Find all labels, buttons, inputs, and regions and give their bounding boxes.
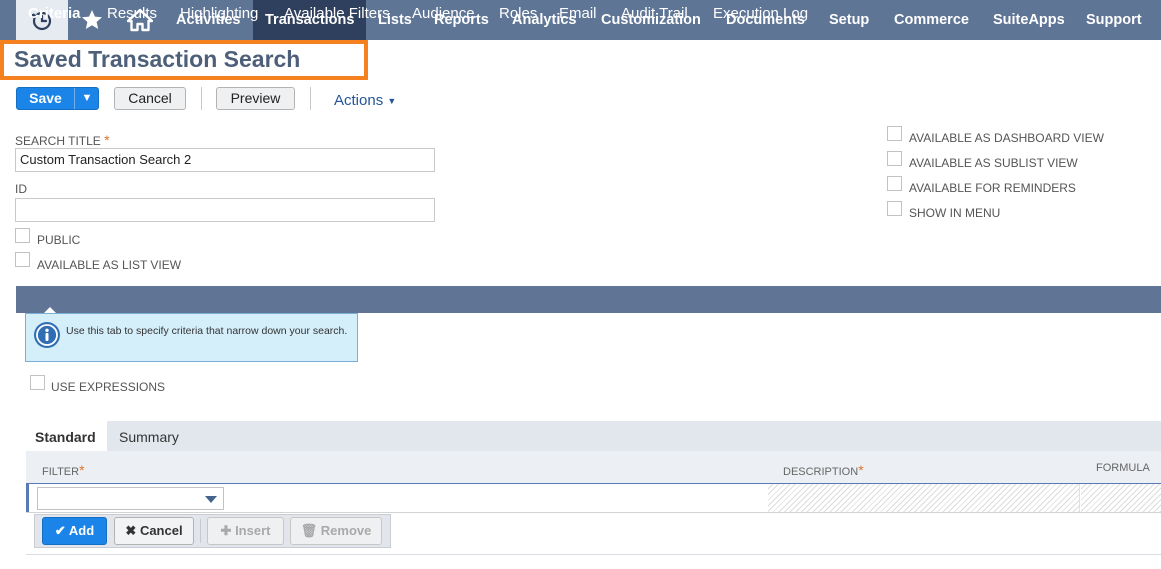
tab-criteria[interactable]: Criteria bbox=[28, 0, 81, 27]
required-asterisk: * bbox=[858, 462, 864, 478]
insert-row-label: Insert bbox=[235, 523, 271, 538]
checkmark-icon: ✔ bbox=[54, 523, 66, 538]
nav-setup[interactable]: Setup bbox=[817, 0, 881, 40]
public-checkbox[interactable] bbox=[15, 228, 30, 243]
info-glyph bbox=[36, 324, 58, 346]
remove-row-label: Remove bbox=[320, 523, 372, 538]
plus-icon: ✚ bbox=[220, 523, 232, 538]
required-asterisk: * bbox=[79, 462, 85, 478]
search-title-label-text: SEARCH TITLE bbox=[15, 134, 101, 148]
filter-select[interactable] bbox=[37, 487, 224, 510]
available-as-list-view-checkbox[interactable] bbox=[15, 252, 30, 267]
tab-audit-trail[interactable]: Audit Trail bbox=[621, 0, 688, 27]
save-menu-dropdown-icon[interactable]: ▼ bbox=[75, 88, 99, 109]
info-icon bbox=[34, 322, 60, 348]
search-title-input[interactable]: Custom Transaction Search 2 bbox=[15, 148, 435, 172]
actions-menu[interactable]: Actions ▼ bbox=[334, 92, 396, 109]
sublist-view-label: AVAILABLE AS SUBLIST VIEW bbox=[909, 156, 1078, 170]
info-message-text: Use this tab to specify criteria that na… bbox=[66, 325, 348, 337]
save-button[interactable]: Save ▼ bbox=[16, 87, 99, 110]
cancel-row-button[interactable]: ✖ Cancel bbox=[114, 517, 194, 545]
nav-suiteapps[interactable]: SuiteApps bbox=[981, 0, 1077, 40]
chevron-down-icon: ▼ bbox=[387, 96, 397, 107]
column-header-filter: FILTER* bbox=[42, 462, 85, 478]
grid-bottom-border bbox=[26, 554, 1161, 555]
tab-highlighting[interactable]: Highlighting bbox=[180, 0, 258, 27]
subtab-summary[interactable]: Summary bbox=[119, 429, 179, 445]
reminders-checkbox[interactable] bbox=[887, 176, 902, 191]
cell-divider bbox=[1079, 484, 1080, 512]
criteria-subtab-bar bbox=[26, 421, 1161, 451]
subtab-standard[interactable]: Standard bbox=[35, 429, 96, 445]
tab-email[interactable]: Email bbox=[559, 0, 597, 27]
close-icon: ✖ bbox=[125, 523, 137, 538]
use-expressions-checkbox[interactable] bbox=[30, 375, 45, 390]
search-tab-bar bbox=[16, 286, 1161, 313]
star-shape bbox=[82, 10, 102, 29]
toolbar-divider bbox=[310, 87, 311, 110]
tab-roles[interactable]: Roles bbox=[499, 0, 537, 27]
toolbar-divider bbox=[201, 87, 202, 110]
column-header-description: DESCRIPTION* bbox=[783, 462, 864, 478]
nav-commerce[interactable]: Commerce bbox=[882, 0, 981, 40]
criteria-grid-header bbox=[26, 451, 1161, 483]
toolbar-divider bbox=[200, 519, 201, 543]
description-cell-disabled bbox=[768, 484, 1079, 512]
column-header-description-text: DESCRIPTION bbox=[783, 466, 859, 478]
save-button-label: Save bbox=[29, 90, 62, 106]
tab-audience[interactable]: Audience bbox=[412, 0, 475, 27]
show-in-menu-checkbox[interactable] bbox=[887, 201, 902, 216]
formula-cell-disabled bbox=[1081, 484, 1161, 512]
column-header-formula: FORMULA bbox=[1096, 462, 1150, 474]
add-row-button[interactable]: ✔ Add bbox=[42, 517, 107, 545]
remove-row-button[interactable]: 🗑 Remove bbox=[290, 517, 382, 545]
cancel-button[interactable]: Cancel bbox=[114, 87, 186, 110]
dashboard-view-checkbox[interactable] bbox=[887, 126, 902, 141]
id-input[interactable] bbox=[15, 198, 435, 222]
actions-label: Actions bbox=[334, 92, 384, 109]
add-row-label: Add bbox=[68, 523, 95, 538]
id-label: ID bbox=[15, 182, 27, 196]
active-row-marker bbox=[26, 484, 29, 512]
tab-execution-log[interactable]: Execution Log bbox=[713, 0, 808, 27]
dropdown-arrow-icon bbox=[205, 496, 217, 503]
tab-available-filters[interactable]: Available Filters bbox=[284, 0, 390, 27]
required-asterisk: * bbox=[104, 132, 110, 148]
sublist-view-checkbox[interactable] bbox=[887, 151, 902, 166]
search-title-label: SEARCH TITLE * bbox=[15, 132, 110, 148]
show-in-menu-label: SHOW IN MENU bbox=[909, 206, 1001, 220]
column-header-filter-text: FILTER bbox=[42, 466, 80, 478]
cancel-row-label: Cancel bbox=[139, 523, 183, 538]
use-expressions-label: USE EXPRESSIONS bbox=[51, 380, 166, 394]
page-title: Saved Transaction Search bbox=[14, 46, 301, 72]
info-message-box: Use this tab to specify criteria that na… bbox=[25, 313, 358, 362]
nav-support[interactable]: Support bbox=[1074, 0, 1154, 40]
reminders-label: AVAILABLE FOR REMINDERS bbox=[909, 181, 1076, 195]
trash-icon: 🗑 bbox=[300, 523, 318, 538]
preview-button[interactable]: Preview bbox=[216, 87, 295, 110]
insert-row-button[interactable]: ✚ Insert bbox=[207, 517, 284, 545]
public-label: PUBLIC bbox=[37, 233, 81, 247]
tab-results[interactable]: Results bbox=[107, 0, 157, 27]
dashboard-view-label: AVAILABLE AS DASHBOARD VIEW bbox=[909, 131, 1104, 145]
available-as-list-view-label: AVAILABLE AS LIST VIEW bbox=[37, 258, 182, 272]
